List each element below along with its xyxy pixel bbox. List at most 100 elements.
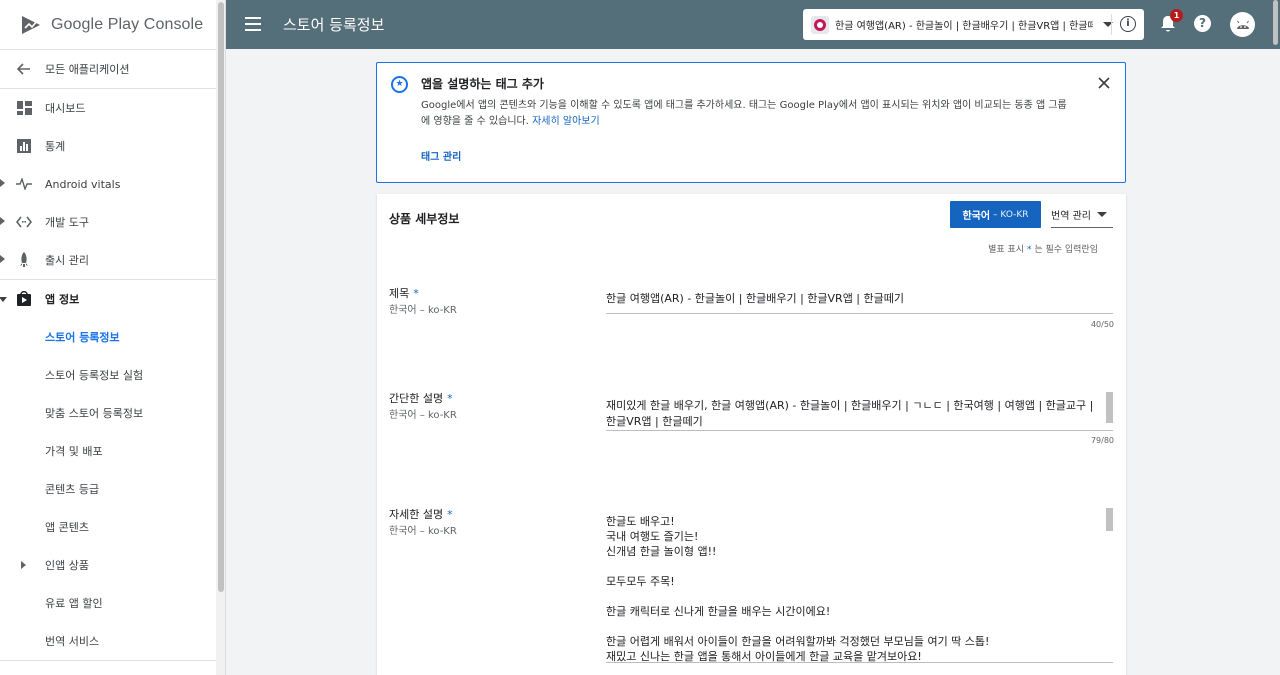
app-selector[interactable]: 한글 여행앱(AR) - 한글놀이 | 한글배우기 | 한글VR앱 | 한글떼기…	[803, 9, 1144, 40]
short-description-input[interactable]: 재미있게 한글 배우기, 한글 여행앱(AR) - 한글놀이 | 한글배우기 |…	[606, 398, 1113, 431]
banner-body-text: Google에서 앱의 콘텐츠와 기능을 이해할 수 있도록 앱에 태그를 추가…	[421, 100, 1067, 127]
close-icon[interactable]	[1097, 76, 1111, 90]
page-scrollbar[interactable]	[1271, 49, 1280, 675]
sidebar-item-label: 콘텐츠 등급	[45, 483, 100, 496]
section-title: 상품 세부정보	[389, 212, 460, 226]
short-description-scrollbar-thumb[interactable]	[1106, 392, 1113, 423]
expand-caret-icon[interactable]	[0, 179, 5, 187]
description-blank-line	[606, 589, 1113, 604]
language-label: 한국어	[962, 211, 991, 222]
app-thumbnail-icon	[811, 15, 829, 34]
brand-name: Google Play Console	[51, 15, 204, 33]
play-store-icon	[15, 291, 33, 307]
short-description-label: 간단한 설명 *	[389, 390, 453, 406]
sidebar-item-in-app-products[interactable]: 인앱 상품	[0, 546, 225, 584]
field-label-text: 제목	[389, 287, 410, 300]
top-app-bar: 스토어 등록정보 한글 여행앱(AR) - 한글놀이 | 한글배우기 | 한글V…	[226, 0, 1280, 49]
description-line: 한글도 배우고!	[606, 515, 675, 528]
add-tags-banner: ★ 앱을 설명하는 태그 추가 Google에서 앱의 콘텐츠와 기능을 이해할…	[376, 62, 1126, 183]
sidebar-item-release-management[interactable]: 출시 관리	[0, 241, 225, 279]
sidebar-item-label: 스토어 등록정보	[45, 331, 120, 344]
description-line: 재밌고 신나는 한글 앱을 통해서 아이들에게 한글 교육을 맡겨보아요!	[606, 650, 922, 663]
brand-logo[interactable]: Google Play Console	[0, 0, 225, 50]
sidebar-item-label: 인앱 상품	[45, 559, 89, 572]
app-selector-name: 한글 여행앱(AR) - 한글놀이 | 한글배우기 | 한글VR앱 | 한글떼기	[835, 21, 1093, 32]
title-field-label: 제목 *	[389, 285, 419, 301]
dashboard-icon	[15, 100, 33, 116]
required-star: *	[413, 287, 419, 300]
banner-title: 앱을 설명하는 태그 추가	[421, 77, 544, 91]
banner-description: Google에서 앱의 콘텐츠와 기능을 이해할 수 있도록 앱에 태그를 추가…	[421, 98, 1071, 130]
description-blank-line	[606, 559, 1113, 574]
sidebar-item-label: 대시보드	[45, 102, 86, 115]
page-scrollbar-thumb[interactable]	[1273, 0, 1278, 45]
play-console-logo-icon	[22, 15, 40, 34]
collapse-caret-icon[interactable]	[0, 297, 7, 302]
field-label-text: 간단한 설명	[389, 392, 444, 405]
sidebar-item-label: 맞춤 스토어 등록정보	[45, 407, 144, 420]
sidebar-item-label: 모든 애플리케이션	[45, 63, 130, 76]
sidebar-item-label: 출시 관리	[45, 254, 89, 267]
sidebar-item-pricing-distribution[interactable]: 가격 및 배포	[0, 432, 225, 470]
expand-caret-icon[interactable]	[0, 255, 5, 263]
sidebar: Google Play Console 모든 애플리케이션 대시보드 통계 An…	[0, 0, 226, 675]
notification-count-badge: 1	[1170, 9, 1183, 22]
sidebar-item-all-apps[interactable]: 모든 애플리케이션	[0, 50, 225, 88]
sidebar-item-dev-tools[interactable]: 개발 도구	[0, 203, 225, 241]
language-button[interactable]: 한국어 – KO-KR	[950, 201, 1041, 228]
short-description-language: 한국어 – ko-KR	[389, 410, 457, 421]
required-star: *	[1026, 245, 1032, 255]
expand-caret-icon[interactable]	[21, 561, 26, 569]
sidebar-item-label: 통계	[45, 140, 66, 153]
sidebar-item-label: 유료 앱 할인	[45, 597, 103, 610]
description-line: 한글 캐릭터로 신나게 한글을 배우는 시간이에요!	[606, 605, 831, 618]
sidebar-item-custom-store-listing[interactable]: 맞춤 스토어 등록정보	[0, 394, 225, 432]
sidebar-item-content-rating[interactable]: 콘텐츠 등급	[0, 470, 225, 508]
bar-chart-icon	[15, 138, 33, 154]
learn-more-link[interactable]: 자세히 알아보기	[532, 116, 600, 127]
full-description-input[interactable]: 한글도 배우고! 국내 여행도 즐기는! 신개념 한글 놀이형 앱!! 모두모두…	[606, 514, 1113, 663]
sidebar-item-statistics[interactable]: 통계	[0, 127, 225, 165]
manage-tags-button[interactable]: 태그 관리	[421, 148, 461, 163]
sidebar-item-label: Android vitals	[45, 177, 121, 191]
pulse-icon	[15, 176, 33, 192]
menu-icon[interactable]	[245, 17, 261, 31]
sidebar-item-label: 번역 서비스	[45, 635, 100, 648]
description-blank-line	[606, 619, 1113, 634]
description-line: 한글 어렵게 배워서 아이들이 한글을 어려워할까봐 걱정했던 부모님들 여기 …	[606, 635, 990, 648]
title-input[interactable]: 한글 여행앱(AR) - 한글놀이 | 한글배우기 | 한글VR앱 | 한글떼기	[606, 291, 1113, 314]
sidebar-item-android-vitals[interactable]: Android vitals	[0, 165, 225, 203]
arrow-back-icon	[15, 61, 33, 77]
sidebar-scrollbar-thumb[interactable]	[218, 2, 224, 592]
full-description-label: 자세한 설명 *	[389, 506, 453, 522]
sidebar-item-store-listing-experiments[interactable]: 스토어 등록정보 실험	[0, 356, 225, 394]
sidebar-item-store-listing[interactable]: 스토어 등록정보	[0, 318, 225, 356]
sidebar-item-dashboard[interactable]: 대시보드	[0, 89, 225, 127]
expand-caret-icon[interactable]	[0, 217, 5, 225]
required-note-prefix: 별표 표시	[988, 245, 1025, 255]
star-badge-icon: ★	[391, 76, 408, 93]
sidebar-item-app-info[interactable]: 앱 정보	[0, 280, 225, 318]
rocket-icon	[15, 252, 33, 268]
sidebar-item-paid-app-discount[interactable]: 유료 앱 할인	[0, 584, 225, 622]
required-star: *	[447, 508, 453, 521]
dropdown-arrow-icon	[1096, 212, 1107, 217]
required-note-suffix: 는 필수 입력란임	[1034, 245, 1098, 255]
field-label-text: 자세한 설명	[389, 508, 444, 521]
sidebar-item-label: 앱 콘텐츠	[45, 521, 89, 534]
description-line: 국내 여행도 즐기는!	[606, 530, 699, 543]
required-fields-note: 별표 표시 * 는 필수 입력란임	[988, 242, 1098, 255]
product-details-card: 상품 세부정보 한국어 – KO-KR 번역 관리 별표 표시 * 는 필수 입…	[377, 194, 1126, 675]
info-icon[interactable]: i	[1120, 16, 1136, 32]
divider	[1111, 14, 1112, 35]
account-avatar[interactable]	[1230, 12, 1255, 37]
sidebar-item-app-content[interactable]: 앱 콘텐츠	[0, 508, 225, 546]
description-line: 모두모두 주목!	[606, 575, 675, 588]
manage-translations-dropdown[interactable]: 번역 관리	[1051, 202, 1113, 228]
short-description-char-count: 79/80	[1090, 436, 1114, 445]
help-icon[interactable]: ?	[1194, 15, 1211, 32]
sidebar-item-translation-service[interactable]: 번역 서비스	[0, 622, 225, 660]
translate-label: 번역 관리	[1051, 211, 1091, 222]
android-robot-icon	[1236, 20, 1249, 29]
full-description-scrollbar-thumb[interactable]	[1106, 508, 1113, 531]
